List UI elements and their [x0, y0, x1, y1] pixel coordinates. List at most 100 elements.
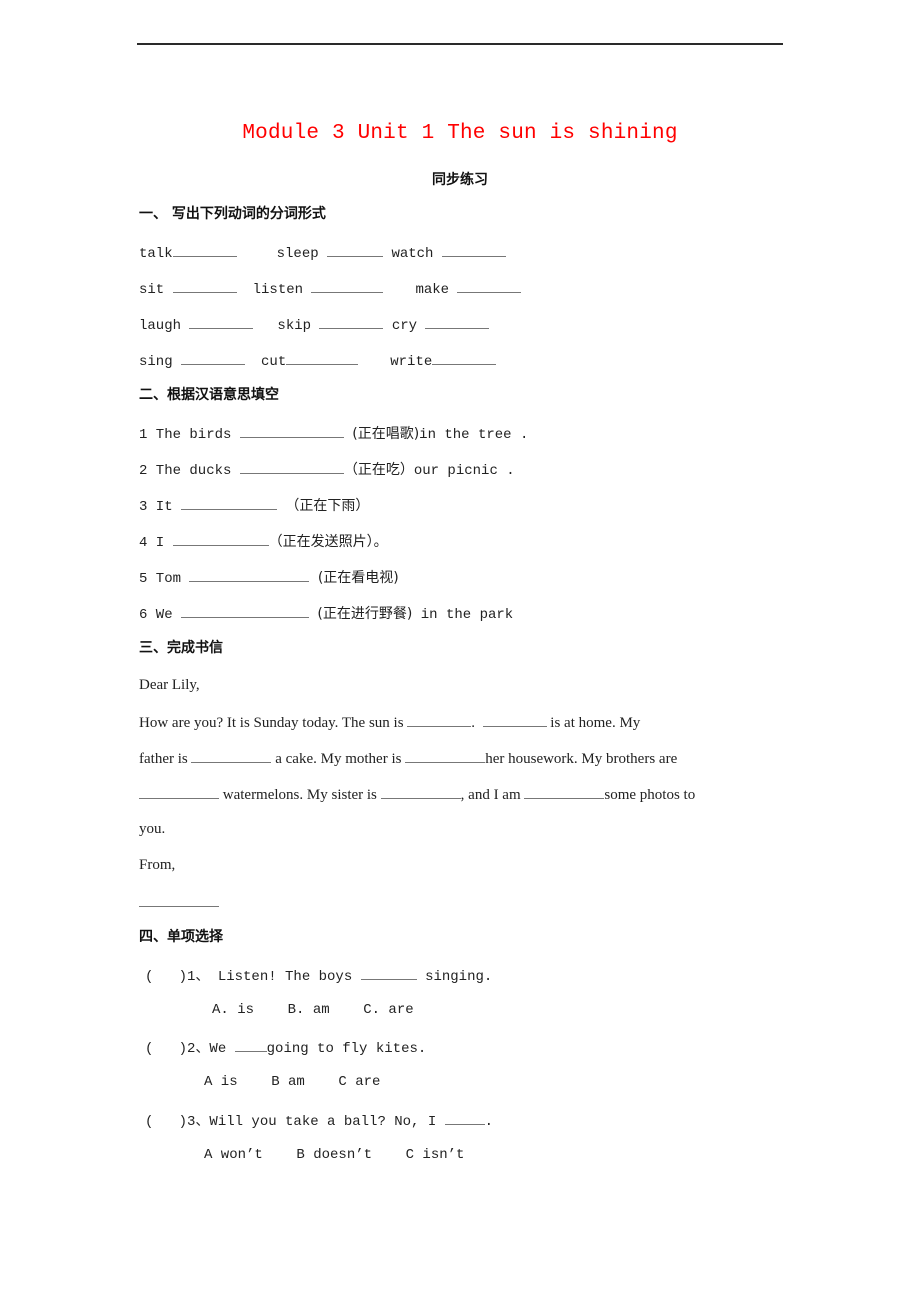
letter-line: How are you? It is Sunday today. The sun… — [139, 712, 782, 732]
verb-row: talk sleep watch — [139, 242, 506, 263]
verb: write — [390, 354, 433, 370]
question-text: . — [484, 1114, 494, 1130]
chinese-hint: (正在进行野餐) — [317, 606, 413, 622]
verb-row: sing cut write — [139, 350, 497, 371]
mc-question: ( )1、 Listen! The boys singing. — [145, 965, 492, 986]
verb: sing — [139, 354, 173, 370]
mc-options: A. is B. am C. are — [212, 1002, 414, 1018]
letter-text: , and I am — [460, 787, 521, 803]
fill-item: 3 It （正在下雨） — [139, 495, 369, 516]
letter-greeting: Dear Lily, — [139, 677, 200, 693]
answer-blank[interactable] — [327, 242, 384, 257]
item-text: 3 It — [139, 499, 173, 515]
answer-blank[interactable] — [319, 314, 384, 329]
answer-blank[interactable] — [172, 242, 237, 257]
document-title: Module 3 Unit 1 The sun is shining — [242, 122, 678, 145]
answer-blank[interactable] — [189, 567, 310, 582]
fill-item: 2 The ducks （正在吃）our picnic . — [139, 459, 515, 480]
answer-blank[interactable] — [311, 278, 384, 293]
answer-blank[interactable] — [239, 423, 344, 438]
letter-line: watermelons. My sister is , and I am som… — [139, 784, 695, 804]
item-text: 6 We — [139, 607, 173, 623]
mc-question: ( )3、Will you take a ball? No, I . — [145, 1110, 493, 1131]
answer-blank[interactable] — [441, 242, 506, 257]
answer-blank[interactable] — [405, 748, 486, 763]
answer-blank[interactable] — [234, 1037, 267, 1052]
chinese-hint: (正在唱歌) — [352, 426, 420, 442]
verb-row: laugh skip cry — [139, 314, 490, 335]
chinese-hint: （正在发送照片）。 — [268, 534, 388, 550]
answer-blank[interactable] — [444, 1110, 485, 1125]
verb: watch — [391, 246, 434, 262]
answer-blank[interactable] — [189, 314, 254, 329]
answer-blank[interactable] — [380, 784, 461, 799]
answer-blank[interactable] — [524, 784, 605, 799]
answer-bracket[interactable]: ( ) — [145, 1114, 187, 1130]
answer-blank[interactable] — [181, 350, 246, 365]
item-text: 4 I — [139, 535, 165, 551]
answer-blank[interactable] — [457, 278, 522, 293]
verb: sleep — [276, 246, 319, 262]
mc-options: A won’t B doesn’t C isn’t — [204, 1147, 465, 1163]
fill-item: 6 We (正在进行野餐) in the park — [139, 603, 513, 624]
verb-row: sit listen make — [139, 278, 522, 299]
letter-text: . — [471, 715, 476, 731]
answer-blank[interactable] — [191, 748, 272, 763]
letter-text: some photos to — [604, 787, 696, 803]
answer-blank[interactable] — [139, 892, 219, 907]
item-text: our picnic . — [413, 463, 515, 479]
mc-options: A is B am C are — [204, 1074, 381, 1090]
letter-text: father is — [139, 751, 188, 767]
question-text: singing. — [425, 969, 493, 985]
verb: skip — [277, 318, 312, 334]
chinese-hint: （正在下雨） — [285, 498, 370, 514]
section-1-heading: 一、 写出下列动词的分词形式 — [139, 206, 326, 222]
header-rule — [137, 43, 783, 45]
answer-blank[interactable] — [482, 712, 547, 727]
answer-blank[interactable] — [360, 965, 417, 980]
question-text: 2、We — [187, 1041, 227, 1057]
verb: cry — [391, 318, 418, 334]
answer-blank[interactable] — [425, 314, 490, 329]
question-text: 1、 Listen! The boys — [187, 969, 353, 985]
answer-blank[interactable] — [172, 531, 269, 546]
letter-line: father is a cake. My mother is her house… — [139, 748, 677, 768]
section-2-heading: 二、根据汉语意思填空 — [139, 387, 279, 403]
letter-text: her housework. My brothers are — [485, 751, 678, 767]
fill-item: 5 Tom (正在看电视) — [139, 567, 399, 588]
answer-bracket[interactable]: ( ) — [145, 1041, 187, 1057]
verb: make — [415, 282, 450, 298]
question-text: going to fly kites. — [266, 1041, 427, 1057]
fill-item: 4 I （正在发送照片）。 — [139, 531, 388, 552]
answer-blank[interactable] — [407, 712, 472, 727]
verb: listen — [252, 282, 304, 298]
item-text: 2 The ducks — [139, 463, 232, 479]
answer-blank[interactable] — [432, 350, 497, 365]
answer-blank[interactable] — [172, 278, 237, 293]
answer-blank[interactable] — [239, 459, 344, 474]
letter-text: watermelons. My sister is — [222, 787, 377, 803]
answer-blank[interactable] — [286, 350, 359, 365]
section-3-heading: 三、完成书信 — [139, 640, 223, 656]
verb: sit — [139, 282, 165, 298]
item-text: 1 The birds — [139, 427, 232, 443]
chinese-hint: (正在看电视) — [317, 570, 399, 586]
answer-blank[interactable] — [139, 784, 219, 799]
verb: cut — [261, 354, 287, 370]
item-text: 5 Tom — [139, 571, 182, 587]
verb: talk — [139, 246, 173, 262]
chinese-hint: （正在吃） — [343, 462, 414, 478]
section-4-heading: 四、单项选择 — [139, 929, 223, 945]
answer-blank[interactable] — [181, 603, 310, 618]
verb: laugh — [139, 318, 182, 334]
answer-bracket[interactable]: ( ) — [145, 969, 187, 985]
fill-item: 1 The birds (正在唱歌)in the tree . — [139, 423, 528, 444]
item-text: in the tree . — [419, 427, 529, 443]
letter-line: you. — [139, 821, 166, 837]
letter-text: How are you? It is Sunday today. The sun… — [139, 715, 404, 731]
answer-blank[interactable] — [181, 495, 278, 510]
letter-text: a cake. My mother is — [275, 751, 402, 767]
question-text: 3、Will you take a ball? No, I — [187, 1114, 437, 1130]
document-subtitle: 同步练习 — [432, 172, 488, 188]
letter-text: is at home. My — [550, 715, 641, 731]
